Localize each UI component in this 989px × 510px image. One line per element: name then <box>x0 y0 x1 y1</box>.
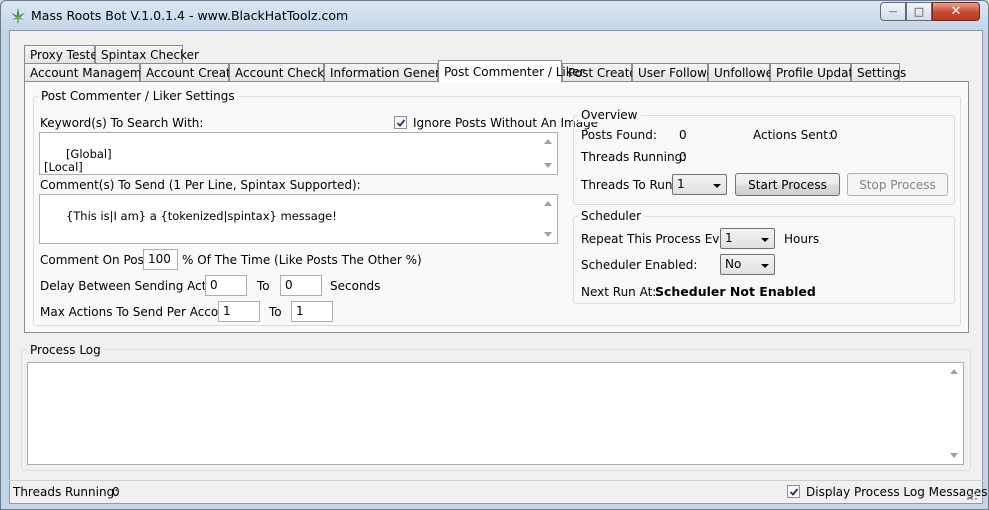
posts-found-label: Posts Found: <box>581 128 657 142</box>
max-actions-from-input[interactable]: 1 <box>218 301 260 322</box>
resize-grip-icon[interactable] <box>965 488 979 502</box>
tab-account-creator[interactable]: Account Creator <box>140 63 243 82</box>
comment-percent-input[interactable]: 100 <box>143 249 178 270</box>
overview-group-label: Overview <box>578 108 641 122</box>
scroll-down-arrow-icon[interactable] <box>544 232 552 237</box>
window-title: Mass Roots Bot V.1.0.1.4 - www.BlackHatT… <box>31 8 349 23</box>
comments-textarea[interactable]: {This is|I am} a {tokenized|spintax} mes… <box>39 194 558 244</box>
comment-on-label: Comment On Posts: <box>40 253 159 267</box>
tab-account-checker[interactable]: Account Checker <box>229 63 336 82</box>
minimize-button[interactable]: — <box>880 2 906 21</box>
checkmark-icon <box>789 487 798 496</box>
comments-label: Comment(s) To Send (1 Per Line, Spintax … <box>40 178 361 192</box>
scheduler-enabled-select[interactable]: No <box>720 254 775 275</box>
minimize-icon: — <box>888 6 898 17</box>
tab-panel: Post Commenter / Liker Settings Keyword(… <box>24 81 969 333</box>
process-log-textarea[interactable] <box>27 362 964 465</box>
tab-label: User Follower <box>638 66 720 80</box>
tab-label: Unfollower <box>714 66 779 80</box>
actions-sent-label: Actions Sent: <box>753 128 833 142</box>
delay-from-input[interactable]: 0 <box>205 275 247 296</box>
tab-label: Proxy Tester <box>30 48 103 62</box>
keywords-scrollbar[interactable] <box>541 133 557 174</box>
tab-proxy-tester[interactable]: Proxy Tester <box>24 45 103 64</box>
tab-label: Post Commenter / Liker <box>444 64 585 79</box>
status-threads-running-label: Threads Running: <box>13 485 119 499</box>
scroll-down-arrow-icon[interactable] <box>544 163 552 168</box>
scroll-up-arrow-icon[interactable] <box>544 201 552 206</box>
tab-spintax-checker[interactable]: Spintax Checker <box>95 45 199 64</box>
keywords-text: [Global] [Local] <box>44 147 112 174</box>
scroll-down-arrow-icon[interactable] <box>950 453 958 458</box>
scheduler-group-label: Scheduler <box>578 209 645 223</box>
maximize-button[interactable]: □ <box>906 2 932 21</box>
threads-running-label: Threads Running: <box>581 150 687 164</box>
process-log-scrollbar[interactable] <box>947 363 963 464</box>
next-run-value: Scheduler Not Enabled <box>655 284 816 299</box>
repeat-interval-select[interactable]: 1 <box>720 228 775 249</box>
application-window: Mass Roots Bot V.1.0.1.4 - www.BlackHatT… <box>0 0 989 510</box>
keywords-textarea[interactable]: [Global] [Local] <box>39 132 558 175</box>
stop-process-button[interactable]: Stop Process <box>847 173 948 196</box>
close-icon: ✕ <box>950 4 962 19</box>
chevron-down-icon <box>761 264 769 268</box>
delay-unit-label: Seconds <box>330 279 381 293</box>
start-process-button[interactable]: Start Process <box>735 173 840 196</box>
scroll-up-arrow-icon[interactable] <box>950 369 958 374</box>
scroll-up-arrow-icon[interactable] <box>544 139 552 144</box>
threads-to-run-value: 1 <box>677 177 685 191</box>
tab-user-follower[interactable]: User Follower <box>632 63 719 82</box>
display-log-label: Display Process Log Messages <box>806 485 988 499</box>
tab-information-generator[interactable]: Information Generator <box>324 63 464 82</box>
delay-to-label: To <box>257 279 270 293</box>
close-button[interactable]: ✕ <box>932 2 980 21</box>
cannabis-leaf-icon <box>9 7 27 25</box>
tab-label: Account Checker <box>235 66 337 80</box>
display-log-checkbox[interactable] <box>787 485 800 498</box>
checkmark-icon <box>396 118 405 127</box>
actions-sent-value: 0 <box>830 128 838 142</box>
tab-post-commenter-liker[interactable]: Post Commenter / Liker <box>438 60 585 82</box>
maximize-icon: □ <box>913 5 925 18</box>
repeat-label: Repeat This Process Every <box>581 232 739 246</box>
tab-settings[interactable]: Settings <box>851 63 906 82</box>
repeat-interval-value: 1 <box>725 231 733 245</box>
settings-group-label: Post Commenter / Liker Settings <box>38 89 238 103</box>
threads-to-run-label: Threads To Run: <box>581 178 677 192</box>
next-run-label: Next Run At: <box>581 285 657 299</box>
tab-label: Spintax Checker <box>101 48 199 62</box>
comments-scrollbar[interactable] <box>541 195 557 243</box>
scheduler-enabled-value: No <box>725 257 742 271</box>
stop-process-label: Stop Process <box>859 177 936 192</box>
tab-account-management[interactable]: Account Management <box>24 63 161 82</box>
repeat-unit-label: Hours <box>784 232 820 246</box>
max-actions-label: Max Actions To Send Per Account: <box>40 305 243 319</box>
threads-running-value: 0 <box>679 150 687 164</box>
comments-text: {This is|I am} a {tokenized|spintax} mes… <box>65 209 337 223</box>
max-actions-to-input[interactable]: 1 <box>291 301 333 322</box>
process-log-label: Process Log <box>27 343 104 357</box>
max-actions-to-label: To <box>269 305 282 319</box>
ignore-posts-checkbox[interactable] <box>394 116 407 129</box>
tab-label: Settings <box>857 66 907 80</box>
threads-to-run-select[interactable]: 1 <box>672 174 727 195</box>
comment-on-suffix: % Of The Time (Like Posts The Other %) <box>182 253 422 267</box>
tab-unfollower[interactable]: Unfollower <box>708 63 778 82</box>
scheduler-enabled-label: Scheduler Enabled: <box>581 258 698 272</box>
start-process-label: Start Process <box>748 177 827 192</box>
keywords-label: Keyword(s) To Search With: <box>40 116 204 130</box>
tab-profile-updater[interactable]: Profile Updater <box>770 63 866 82</box>
chevron-down-icon <box>761 238 769 242</box>
chevron-down-icon <box>713 184 721 188</box>
ignore-posts-label: Ignore Posts Without An Image <box>413 116 599 130</box>
delay-to-input[interactable]: 0 <box>280 275 322 296</box>
status-threads-running-value: 0 <box>112 485 120 499</box>
posts-found-value: 0 <box>679 128 687 142</box>
